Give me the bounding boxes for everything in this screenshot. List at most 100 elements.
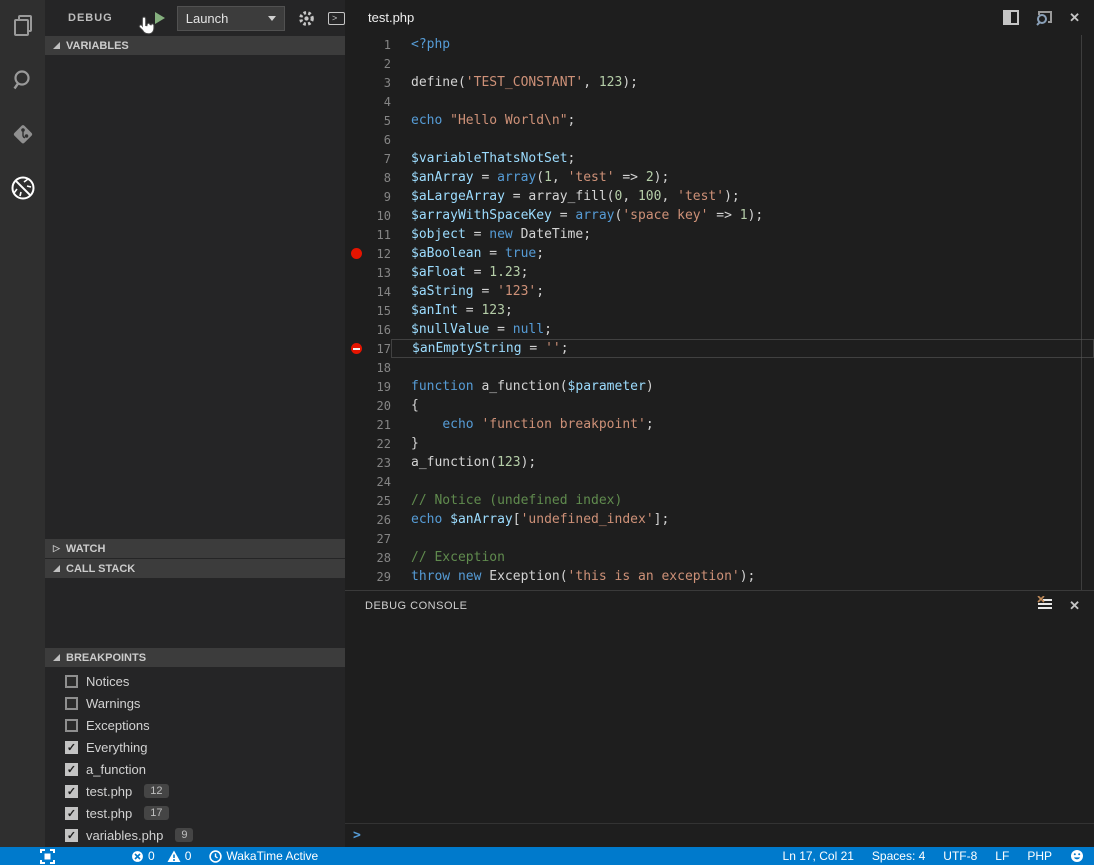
search-icon[interactable] [9, 66, 37, 94]
section-header-breakpoints[interactable]: BREAKPOINTS [45, 648, 345, 667]
code-text[interactable]: $aFloat = 1.23; [391, 263, 1094, 282]
code-text[interactable]: $aBoolean = true; [391, 244, 1094, 263]
code-line-23[interactable]: 23a_function(123); [345, 453, 1094, 472]
section-header-callstack[interactable]: CALL STACK [45, 559, 345, 578]
indentation-setting[interactable]: Spaces: 4 [872, 849, 925, 863]
code-text[interactable]: $variableThatsNotSet; [391, 149, 1094, 168]
code-line-6[interactable]: 6 [345, 130, 1094, 149]
code-text[interactable] [391, 92, 1094, 111]
code-line-28[interactable]: 28// Exception [345, 548, 1094, 567]
breakpoint-checkbox[interactable] [65, 697, 78, 710]
language-mode[interactable]: PHP [1027, 849, 1052, 863]
code-text[interactable]: // Notice (undefined index) [391, 491, 1094, 510]
code-text[interactable]: a_function(123); [391, 453, 1094, 472]
split-editor-icon[interactable] [1003, 10, 1019, 25]
code-text[interactable] [391, 130, 1094, 149]
code-line-4[interactable]: 4 [345, 92, 1094, 111]
code-text[interactable]: echo "Hello World\n"; [391, 111, 1094, 130]
code-line-22[interactable]: 22} [345, 434, 1094, 453]
code-text[interactable]: $nullValue = null; [391, 320, 1094, 339]
feedback-smiley-icon[interactable] [1070, 849, 1084, 863]
code-text[interactable]: <?php [391, 35, 1094, 54]
code-line-25[interactable]: 25// Notice (undefined index) [345, 491, 1094, 510]
source-control-icon[interactable] [9, 120, 37, 148]
code-line-26[interactable]: 26echo $anArray['undefined_index']; [345, 510, 1094, 529]
code-line-1[interactable]: 1<?php [345, 35, 1094, 54]
section-header-watch[interactable]: ▷ WATCH [45, 539, 345, 558]
code-text[interactable] [391, 358, 1094, 377]
eol-setting[interactable]: LF [995, 849, 1009, 863]
breakpoint-checkbox[interactable]: ✓ [65, 807, 78, 820]
code-text[interactable]: $aString = '123'; [391, 282, 1094, 301]
wakatime-status[interactable]: WakaTime Active [209, 849, 318, 863]
code-text[interactable]: $anEmptyString = ''; [391, 339, 1094, 358]
code-line-12[interactable]: 12$aBoolean = true; [345, 244, 1094, 263]
code-text[interactable]: $object = new DateTime; [391, 225, 1094, 244]
code-text[interactable]: throw new Exception('this is an exceptio… [391, 567, 1094, 586]
code-line-17[interactable]: 17$anEmptyString = ''; [345, 339, 1094, 358]
code-line-19[interactable]: 19function a_function($parameter) [345, 377, 1094, 396]
code-text[interactable]: echo $anArray['undefined_index']; [391, 510, 1094, 529]
code-line-24[interactable]: 24 [345, 472, 1094, 491]
code-line-7[interactable]: 7$variableThatsNotSet; [345, 149, 1094, 168]
breakpoint-checkbox[interactable]: ✓ [65, 785, 78, 798]
breakpoint-item[interactable]: Warnings [45, 692, 345, 714]
code-line-27[interactable]: 27 [345, 529, 1094, 548]
problems-indicator[interactable]: 0 0 [131, 849, 191, 863]
breakpoint-checkbox[interactable]: ✓ [65, 829, 78, 842]
code-text[interactable]: $arrayWithSpaceKey = array('space key' =… [391, 206, 1094, 225]
code-text[interactable]: $aLargeArray = array_fill(0, 100, 'test'… [391, 187, 1094, 206]
debug-icon[interactable] [9, 174, 37, 202]
breakpoint-checkbox[interactable] [65, 675, 78, 688]
start-debug-button[interactable] [155, 12, 165, 24]
open-debug-console-icon[interactable]: > [328, 12, 345, 25]
breakpoint-item[interactable]: ✓a_function [45, 758, 345, 780]
breakpoint-item[interactable]: ✓variables.php9 [45, 824, 345, 846]
code-line-29[interactable]: 29throw new Exception('this is an except… [345, 567, 1094, 586]
code-line-16[interactable]: 16$nullValue = null; [345, 320, 1094, 339]
code-line-10[interactable]: 10$arrayWithSpaceKey = array('space key'… [345, 206, 1094, 225]
debug-console-tab[interactable]: DEBUG CONSOLE [365, 600, 467, 612]
close-panel-icon[interactable]: ✕ [1069, 598, 1080, 614]
code-line-11[interactable]: 11$object = new DateTime; [345, 225, 1094, 244]
code-line-18[interactable]: 18 [345, 358, 1094, 377]
code-line-2[interactable]: 2 [345, 54, 1094, 73]
status-square-icon[interactable] [40, 849, 55, 864]
explorer-icon[interactable] [9, 12, 37, 40]
code-line-9[interactable]: 9$aLargeArray = array_fill(0, 100, 'test… [345, 187, 1094, 206]
cursor-position[interactable]: Ln 17, Col 21 [783, 849, 854, 863]
console-input-row[interactable]: > [345, 823, 1094, 847]
code-line-21[interactable]: 21 echo 'function breakpoint'; [345, 415, 1094, 434]
code-line-15[interactable]: 15$anInt = 123; [345, 301, 1094, 320]
encoding-setting[interactable]: UTF-8 [943, 849, 977, 863]
breakpoint-gutter[interactable] [345, 248, 367, 259]
code-text[interactable]: echo 'function breakpoint'; [391, 415, 1094, 434]
code-text[interactable]: $anArray = array(1, 'test' => 2); [391, 168, 1094, 187]
code-line-8[interactable]: 8$anArray = array(1, 'test' => 2); [345, 168, 1094, 187]
code-text[interactable]: define('TEST_CONSTANT', 123); [391, 73, 1094, 92]
code-editor[interactable]: 1<?php23define('TEST_CONSTANT', 123);45e… [345, 35, 1094, 590]
code-text[interactable] [391, 529, 1094, 548]
code-line-20[interactable]: 20{ [345, 396, 1094, 415]
code-line-5[interactable]: 5echo "Hello World\n"; [345, 111, 1094, 130]
close-editor-icon[interactable]: ✕ [1069, 10, 1080, 26]
breakpoint-checkbox[interactable]: ✓ [65, 763, 78, 776]
code-text[interactable]: { [391, 396, 1094, 415]
breakpoint-item[interactable]: Notices [45, 670, 345, 692]
configure-gear-icon[interactable] [298, 10, 315, 27]
open-preview-icon[interactable] [1035, 10, 1053, 26]
breakpoint-gutter[interactable] [345, 343, 367, 354]
code-text[interactable]: $anInt = 123; [391, 301, 1094, 320]
debug-config-dropdown[interactable]: Launch [177, 6, 285, 31]
breakpoint-item[interactable]: Exceptions [45, 714, 345, 736]
code-text[interactable]: } [391, 434, 1094, 453]
breakpoint-item[interactable]: ✓test.php12 [45, 780, 345, 802]
code-text[interactable]: // Exception [391, 548, 1094, 567]
clear-console-icon[interactable] [1037, 596, 1053, 616]
section-header-variables[interactable]: VARIABLES [45, 36, 345, 55]
breakpoint-checkbox[interactable] [65, 719, 78, 732]
code-text[interactable]: function a_function($parameter) [391, 377, 1094, 396]
console-prompt[interactable]: > [353, 828, 361, 843]
breakpoint-checkbox[interactable]: ✓ [65, 741, 78, 754]
code-line-13[interactable]: 13$aFloat = 1.23; [345, 263, 1094, 282]
